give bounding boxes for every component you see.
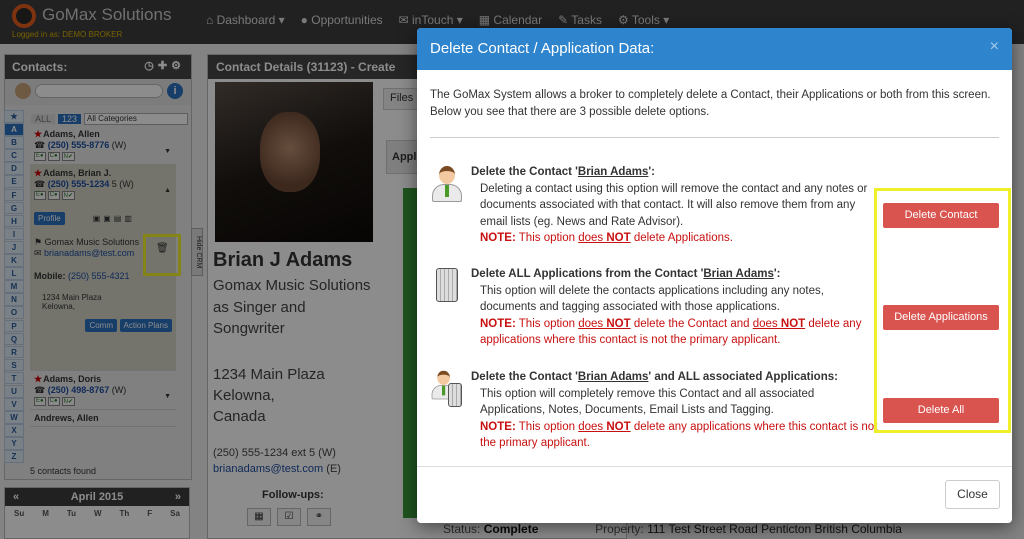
modal-intro: The GoMax System allows a broker to comp… xyxy=(430,89,991,118)
contact-name-ref: Brian Adams xyxy=(703,268,774,280)
option-description: This option will delete the contacts app… xyxy=(480,284,824,314)
close-button[interactable]: Close xyxy=(945,480,1000,509)
divider xyxy=(430,137,999,138)
option-title: Delete ALL Applications from the Contact… xyxy=(471,268,781,280)
trash-can-icon xyxy=(430,266,466,306)
delete-all-button[interactable]: Delete All xyxy=(883,398,999,423)
delete-modal: Delete Contact / Application Data: × The… xyxy=(417,28,1012,523)
delete-applications-button[interactable]: Delete Applications xyxy=(883,305,999,330)
option-description: Deleting a contact using this option wil… xyxy=(480,182,868,228)
person-icon xyxy=(430,164,466,204)
modal-header: Delete Contact / Application Data: × xyxy=(417,28,1012,70)
contact-name-ref: Brian Adams xyxy=(577,371,649,383)
footer-divider xyxy=(417,466,1012,467)
delete-contact-button[interactable]: Delete Contact xyxy=(883,203,999,228)
option-title: Delete the Contact 'Brian Adams': xyxy=(471,166,655,178)
contact-name-ref: Brian Adams xyxy=(577,166,649,178)
option-note: NOTE: This option does NOT delete any ap… xyxy=(480,420,878,450)
option-description: This option will completely remove this … xyxy=(480,387,815,417)
option-note: NOTE: This option does NOT delete Applic… xyxy=(480,232,733,244)
person-trash-icon xyxy=(430,369,466,409)
option-title: Delete the Contact 'Brian Adams' and ALL… xyxy=(471,371,838,383)
modal-title: Delete Contact / Application Data: xyxy=(430,40,655,57)
modal-close-x-icon[interactable]: × xyxy=(990,38,999,56)
option-note: NOTE: This option does NOT delete the Co… xyxy=(480,317,862,347)
